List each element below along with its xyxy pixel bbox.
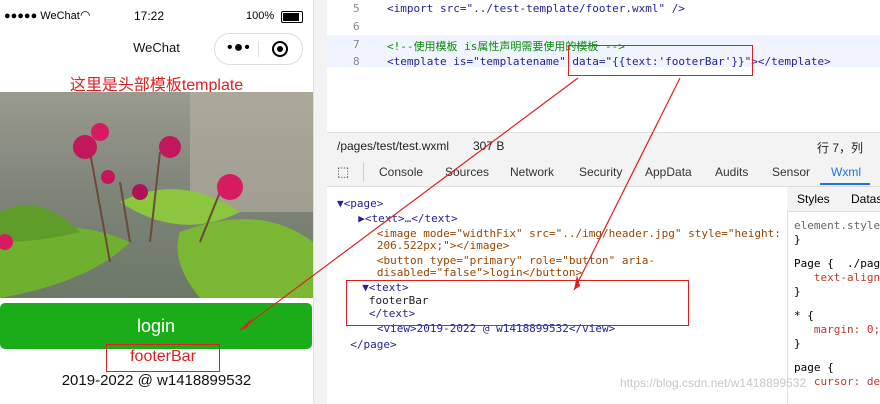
annotation-arrows — [239, 77, 681, 331]
arrow-head — [240, 318, 252, 330]
arrow-to-text-node — [573, 77, 681, 291]
arrow-to-login — [239, 77, 579, 331]
arrow-head — [574, 275, 580, 290]
